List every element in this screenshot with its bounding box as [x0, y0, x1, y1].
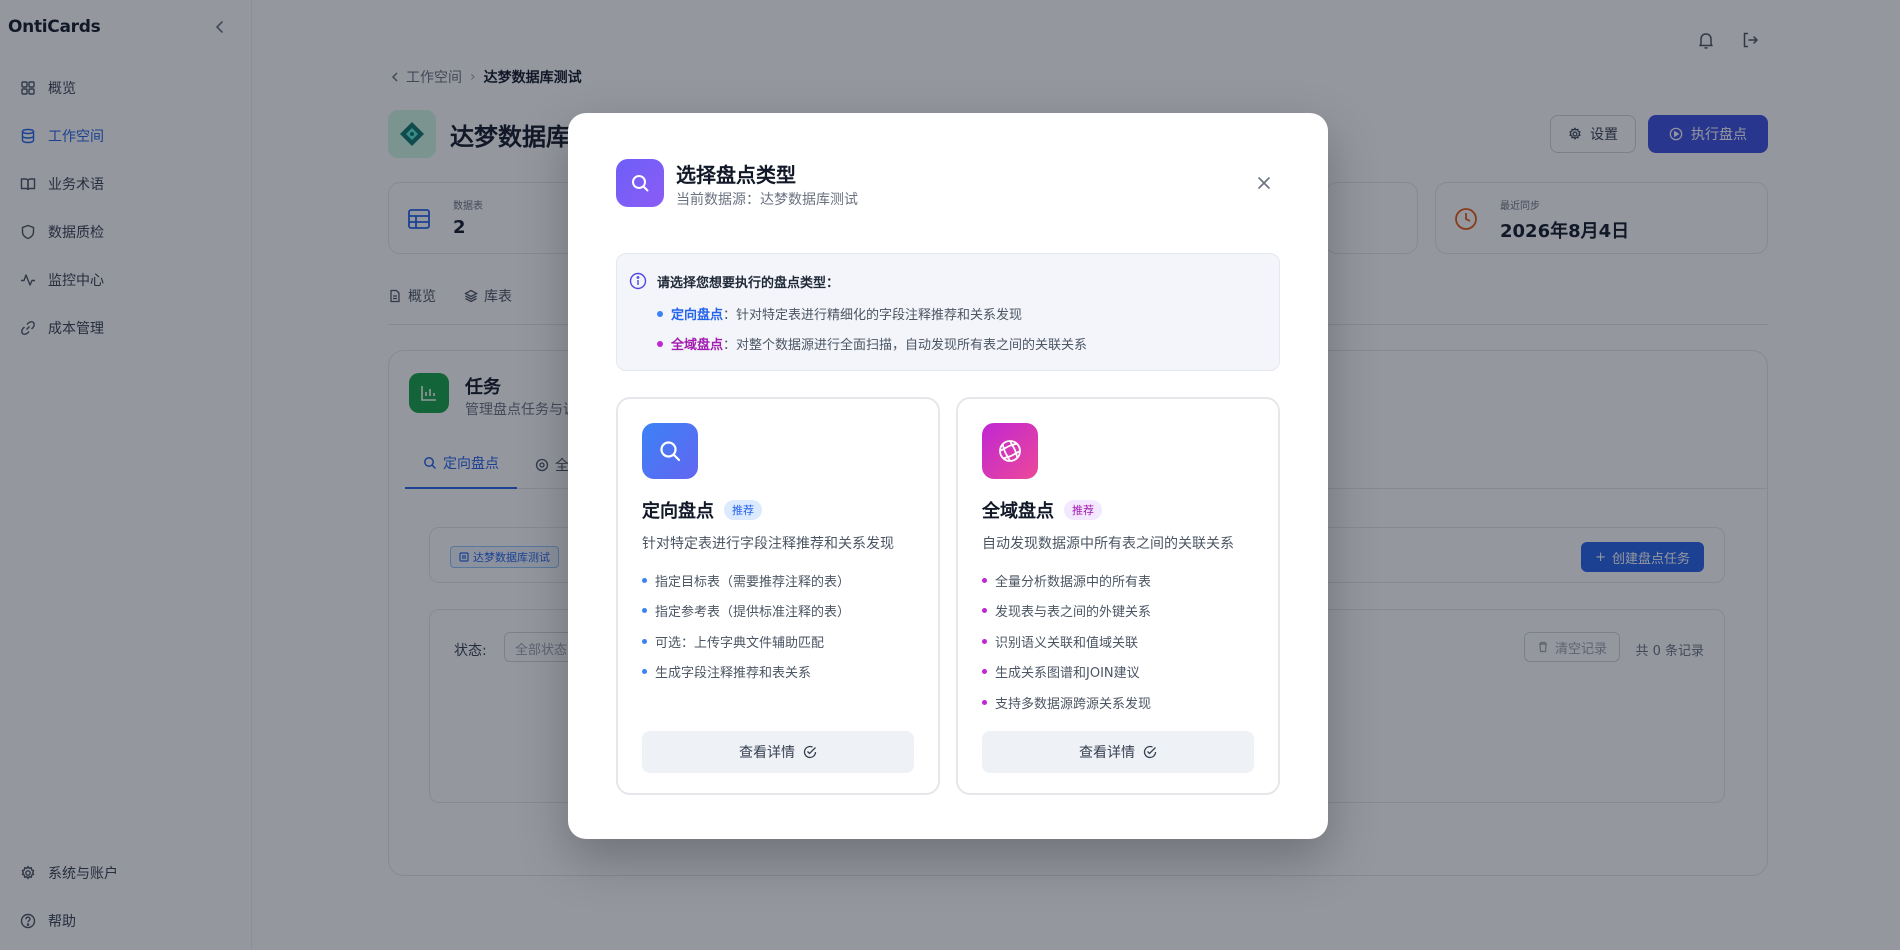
modal-title: 选择盘点类型	[676, 163, 796, 187]
info-text: ：针对特定表进行精细化的字段注释推荐和关系发现	[723, 308, 1023, 323]
feature-text: 可选：上传字典文件辅助匹配	[655, 636, 825, 651]
bullet-dot	[642, 608, 647, 613]
bullet-dot	[657, 340, 663, 347]
view-details-label: 查看详情	[739, 745, 795, 761]
modal-subtitle: 当前数据源：达梦数据库测试	[676, 192, 858, 208]
view-details-button[interactable]: 查看详情	[982, 731, 1254, 773]
feature-text: 发现表与表之间的外键关系	[995, 605, 1152, 620]
feature-item: 指定目标表（需要推荐注释的表）	[642, 571, 850, 590]
bullet-dot	[982, 700, 987, 705]
card-title: 定向盘点 推荐	[642, 497, 762, 523]
feature-item: 生成关系图谱和JOIN建议	[982, 662, 1140, 681]
recommended-badge: 推荐	[724, 500, 762, 520]
feature-text: 指定目标表（需要推荐注释的表）	[655, 575, 851, 590]
view-details-label: 查看详情	[1079, 745, 1135, 761]
bullet-dot	[642, 578, 647, 583]
card-description: 自动发现数据源中所有表之间的关联关系	[982, 536, 1234, 552]
bullet-dot	[982, 608, 987, 613]
info-heading: 请选择您想要执行的盘点类型：	[657, 276, 840, 291]
feature-item: 支持多数据源跨源关系发现	[982, 693, 1151, 712]
bullet-dot	[642, 639, 647, 644]
card-title-text: 定向盘点	[642, 501, 714, 522]
info-icon	[629, 272, 647, 290]
feature-item: 指定参考表（提供标准注释的表）	[642, 601, 850, 620]
bullet-dot	[982, 669, 987, 674]
feature-text: 生成字段注释推荐和表关系	[655, 666, 812, 681]
feature-text: 指定参考表（提供标准注释的表）	[655, 605, 851, 620]
feature-item: 生成字段注释推荐和表关系	[642, 662, 811, 681]
feature-item: 可选：上传字典文件辅助匹配	[642, 632, 824, 651]
info-keyword: 定向盘点	[671, 308, 724, 323]
feature-text: 生成关系图谱和JOIN建议	[995, 666, 1140, 681]
feature-item: 识别语义关联和值域关联	[982, 632, 1138, 651]
feature-text: 全量分析数据源中的所有表	[995, 575, 1152, 590]
card-description: 针对特定表进行字段注释推荐和关系发现	[642, 536, 894, 552]
check-circle-icon	[1143, 745, 1157, 759]
card-title-text: 全域盘点	[982, 501, 1054, 522]
search-icon	[616, 159, 664, 207]
feature-item: 发现表与表之间的外键关系	[982, 601, 1151, 620]
feature-text: 支持多数据源跨源关系发现	[995, 697, 1152, 712]
info-keyword: 全域盘点	[671, 338, 724, 353]
info-box: 请选择您想要执行的盘点类型： 定向盘点 ：针对特定表进行精细化的字段注释推荐和关…	[616, 253, 1280, 371]
info-line-global: 全域盘点 ：对整个数据源进行全面扫描，自动发现所有表之间的关联关系	[657, 334, 1087, 353]
aperture-icon	[982, 423, 1038, 479]
bullet-dot	[982, 578, 987, 583]
bullet-dot	[657, 310, 663, 317]
card-targeted-inventory[interactable]: 定向盘点 推荐 针对特定表进行字段注释推荐和关系发现 指定目标表（需要推荐注释的…	[616, 397, 940, 795]
feature-text: 识别语义关联和值域关联	[995, 636, 1139, 651]
card-title: 全域盘点 推荐	[982, 497, 1102, 523]
recommended-badge: 推荐	[1064, 500, 1102, 520]
bullet-dot	[982, 639, 987, 644]
bullet-dot	[642, 669, 647, 674]
close-icon[interactable]	[1254, 173, 1274, 193]
check-circle-icon	[803, 745, 817, 759]
select-inventory-type-modal: 选择盘点类型 当前数据源：达梦数据库测试 请选择您想要执行的盘点类型： 定向盘点…	[568, 113, 1328, 839]
search-icon	[642, 423, 698, 479]
info-line-targeted: 定向盘点 ：针对特定表进行精细化的字段注释推荐和关系发现	[657, 304, 1022, 323]
feature-item: 全量分析数据源中的所有表	[982, 571, 1151, 590]
card-global-inventory[interactable]: 全域盘点 推荐 自动发现数据源中所有表之间的关联关系 全量分析数据源中的所有表 …	[956, 397, 1280, 795]
info-text: ：对整个数据源进行全面扫描，自动发现所有表之间的关联关系	[723, 338, 1088, 353]
view-details-button[interactable]: 查看详情	[642, 731, 914, 773]
